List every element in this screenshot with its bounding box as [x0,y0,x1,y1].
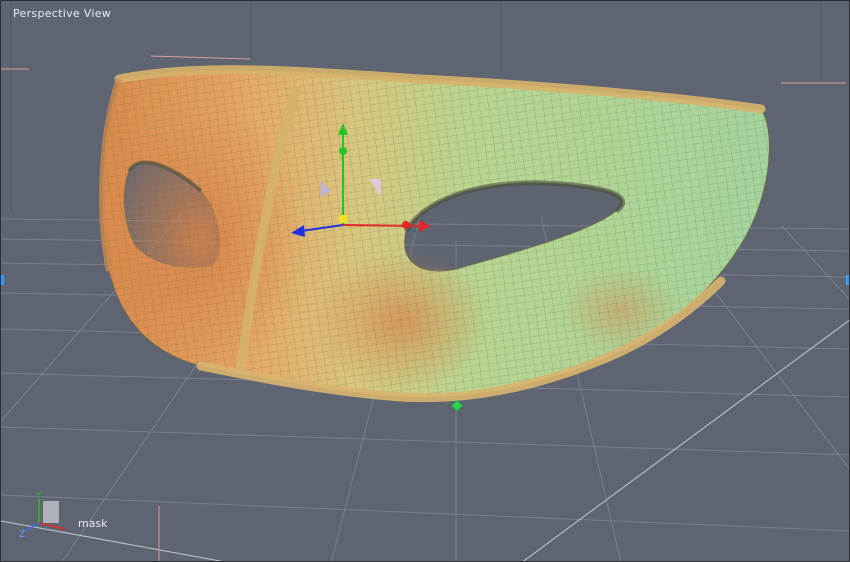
mask-mesh[interactable] [91,61,791,411]
viewport-title: Perspective View [13,7,112,20]
xyz-axis-icon: Y Z [19,491,66,540]
svg-text:Z: Z [19,530,25,540]
scene-canvas[interactable]: Y Z [1,1,850,562]
svg-text:Y: Y [35,491,42,501]
right-edge-marker [846,275,849,285]
left-edge-marker [1,275,4,285]
perspective-viewport[interactable]: Y Z Perspective View mask [0,0,850,562]
pivot-point-icon[interactable] [451,400,463,412]
object-name-label: mask [78,517,108,530]
